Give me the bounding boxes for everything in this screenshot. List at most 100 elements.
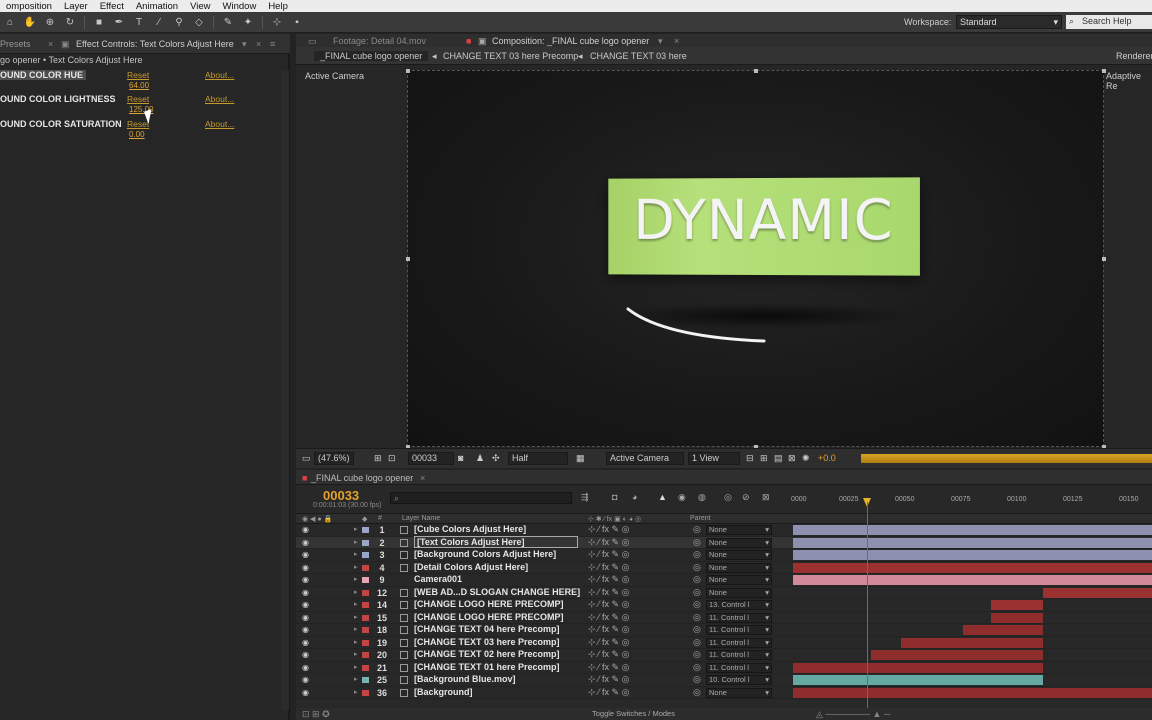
frame-blending-icon[interactable]: ▲ bbox=[658, 492, 667, 502]
tab-composition[interactable]: Composition: _FINAL cube logo opener bbox=[492, 36, 649, 46]
layer-duration-bar[interactable] bbox=[1043, 588, 1152, 598]
transform-handle[interactable] bbox=[406, 69, 410, 73]
graph-editor-icon[interactable]: ◎ bbox=[724, 492, 732, 503]
parent-select[interactable]: 11. Control l bbox=[706, 663, 772, 673]
layer-duration-bar[interactable] bbox=[991, 613, 1043, 623]
table-row[interactable]: ◉ ▸ 20 [CHANGE TEXT 02 here Precomp] ⊹ ⁄ fx … bbox=[296, 649, 1152, 662]
eye-icon[interactable]: ◉ bbox=[302, 525, 309, 534]
eye-icon[interactable]: ◉ bbox=[302, 538, 309, 547]
eye-icon[interactable]: ◉ bbox=[302, 575, 309, 584]
resolution-select[interactable]: Half bbox=[508, 452, 568, 465]
menu-animation[interactable]: Animation bbox=[130, 1, 184, 12]
pen-tool-icon[interactable]: ✒ bbox=[112, 16, 126, 29]
lock-icon[interactable]: ▣ bbox=[61, 39, 70, 50]
layer-switches-icon[interactable]: ⊹ ⁄ fx ✎ ◎ bbox=[588, 674, 629, 685]
reset-link[interactable]: Reset bbox=[127, 70, 149, 80]
pickwhip-icon[interactable]: ◎ bbox=[693, 524, 701, 535]
layer-name[interactable]: [Background Colors Adjust Here] bbox=[414, 549, 556, 559]
composition-settings-icon[interactable]: ⊠ bbox=[762, 492, 770, 503]
layer-switches-icon[interactable]: ⊹ ⁄ fx ✎ ◎ bbox=[588, 599, 629, 610]
zoom-tool-icon[interactable]: ⊕ bbox=[43, 16, 57, 29]
label-color-swatch[interactable] bbox=[362, 565, 369, 571]
reset-exposure-icon[interactable]: ✺ bbox=[802, 453, 810, 464]
layer-name[interactable]: [CHANGE TEXT 01 here Precomp] bbox=[414, 662, 560, 672]
region-icon[interactable]: ⊡ bbox=[388, 453, 396, 464]
eye-icon[interactable]: ◉ bbox=[302, 688, 309, 697]
parent-select[interactable]: 11. Control l bbox=[706, 650, 772, 660]
brainstorm-icon[interactable]: ◍ bbox=[698, 492, 706, 503]
current-time-display[interactable]: 00033 bbox=[323, 488, 359, 503]
table-row[interactable]: ◉ ▸ 4 [Detail Colors Adjust Here] ⊹ ⁄ fx ✎ ◎… bbox=[296, 562, 1152, 575]
pickwhip-icon[interactable]: ◎ bbox=[693, 662, 701, 673]
eye-icon[interactable]: ◉ bbox=[302, 600, 309, 609]
layer-switches-icon[interactable]: ⊹ ⁄ fx ✎ ◎ bbox=[588, 662, 629, 673]
close-icon[interactable]: × bbox=[420, 473, 425, 483]
table-row[interactable]: ◉ ▸ 36 [Background] ⊹ ⁄ fx ✎ ◎ ◎ None bbox=[296, 687, 1152, 700]
parent-select[interactable]: 11. Control l bbox=[706, 638, 772, 648]
layer-switches-icon[interactable]: ⊹ ⁄ fx ✎ ◎ bbox=[588, 624, 629, 635]
column-layer-name[interactable]: Layer Name bbox=[402, 515, 440, 522]
layer-name[interactable]: [CHANGE TEXT 03 here Precomp] bbox=[414, 637, 560, 647]
pickwhip-icon[interactable]: ◎ bbox=[693, 562, 701, 573]
transform-handle[interactable] bbox=[1102, 69, 1106, 73]
eye-icon[interactable]: ◉ bbox=[302, 650, 309, 659]
time-ruler[interactable]: 0000 00025 00050 00075 00100 00125 00150 bbox=[791, 496, 1152, 509]
transform-handle[interactable] bbox=[754, 69, 758, 73]
eye-icon[interactable]: ◉ bbox=[302, 613, 309, 622]
pickwhip-icon[interactable]: ◎ bbox=[693, 612, 701, 623]
roi-icon[interactable]: ▦ bbox=[576, 453, 585, 464]
draft-3d-icon[interactable]: ◘ bbox=[612, 492, 617, 502]
grid-icon[interactable]: ⊞ bbox=[374, 453, 382, 464]
label-color-swatch[interactable] bbox=[362, 677, 369, 683]
expand-triangle-icon[interactable]: ▸ bbox=[354, 538, 358, 546]
pickwhip-icon[interactable]: ◎ bbox=[693, 624, 701, 635]
layer-duration-bar[interactable] bbox=[793, 675, 1043, 685]
snap-icon[interactable]: ▪ bbox=[290, 16, 304, 29]
layer-duration-bar[interactable] bbox=[793, 538, 1152, 548]
layer-duration-bar[interactable] bbox=[871, 650, 1043, 660]
auto-keyframe-icon[interactable]: ⊘ bbox=[742, 492, 750, 503]
layer-switches-icon[interactable]: ⊹ ⁄ fx ✎ ◎ bbox=[588, 587, 629, 598]
expand-triangle-icon[interactable]: ▸ bbox=[354, 625, 358, 633]
expand-triangle-icon[interactable]: ▸ bbox=[354, 613, 358, 621]
layer-switches-icon[interactable]: ⊹ ⁄ fx ✎ ◎ bbox=[588, 537, 629, 548]
pickwhip-icon[interactable]: ◎ bbox=[693, 574, 701, 585]
about-link[interactable]: About... bbox=[205, 94, 234, 104]
puppet-tool-icon[interactable]: ✦ bbox=[241, 16, 255, 29]
always-preview-icon[interactable]: ▭ bbox=[302, 453, 311, 464]
expand-triangle-icon[interactable]: ▸ bbox=[354, 588, 358, 596]
parent-select[interactable]: None bbox=[706, 563, 772, 573]
panel-menu-icon[interactable]: ≡ bbox=[270, 39, 275, 49]
parent-select[interactable]: None bbox=[706, 538, 772, 548]
menu-layer[interactable]: Layer bbox=[58, 1, 94, 12]
toggle-pixel-icon[interactable]: ⊟ bbox=[746, 453, 754, 464]
table-row[interactable]: ◉ ▸ 3 [Background Colors Adjust Here] ⊹ ⁄ fx… bbox=[296, 549, 1152, 562]
flowchart-icon[interactable]: ⊠ bbox=[788, 453, 796, 464]
parent-select[interactable]: 10. Control l bbox=[706, 675, 772, 685]
table-row[interactable]: ◉ ▸ 25 [Background Blue.mov] ⊹ ⁄ fx ✎ ◎ ◎ 10. … bbox=[296, 674, 1152, 687]
parent-select[interactable]: None bbox=[706, 588, 772, 598]
chevron-down-icon[interactable]: ▾ bbox=[242, 39, 247, 50]
zoom-slider[interactable]: ◬ ─────── ▲ ─ bbox=[816, 709, 890, 720]
parent-select[interactable]: 11. Control l bbox=[706, 625, 772, 635]
pickwhip-icon[interactable]: ◎ bbox=[693, 549, 701, 560]
layer-name[interactable]: [Cube Colors Adjust Here] bbox=[414, 524, 526, 534]
menu-composition[interactable]: omposition bbox=[0, 1, 58, 12]
label-color-swatch[interactable] bbox=[362, 577, 369, 583]
label-color-swatch[interactable] bbox=[362, 590, 369, 596]
menu-help[interactable]: Help bbox=[262, 1, 294, 12]
label-color-swatch[interactable] bbox=[362, 602, 369, 608]
effect-value[interactable]: 64.00 bbox=[129, 81, 149, 90]
layer-duration-bar[interactable] bbox=[963, 625, 1043, 635]
close-icon[interactable]: × bbox=[674, 36, 679, 46]
layer-name[interactable]: Camera001 bbox=[414, 574, 462, 584]
layer-search-input[interactable]: ⌕ bbox=[390, 492, 572, 504]
layer-switches-icon[interactable]: ⊹ ⁄ fx ✎ ◎ bbox=[588, 549, 629, 560]
layer-duration-bar[interactable] bbox=[901, 638, 1043, 648]
layer-name[interactable]: [CHANGE TEXT 02 here Precomp] bbox=[414, 649, 560, 659]
table-row[interactable]: ◉ ▸ 14 [CHANGE LOGO HERE PRECOMP] ⊹ ⁄ fx ✎ ◎… bbox=[296, 599, 1152, 612]
hand-tool-icon[interactable]: ✋ bbox=[23, 16, 37, 29]
parent-select[interactable]: 11. Control l bbox=[706, 613, 772, 623]
eye-icon[interactable]: ◉ bbox=[302, 625, 309, 634]
breadcrumb-text03-precomp[interactable]: CHANGE TEXT 03 here Precomp bbox=[443, 51, 578, 61]
